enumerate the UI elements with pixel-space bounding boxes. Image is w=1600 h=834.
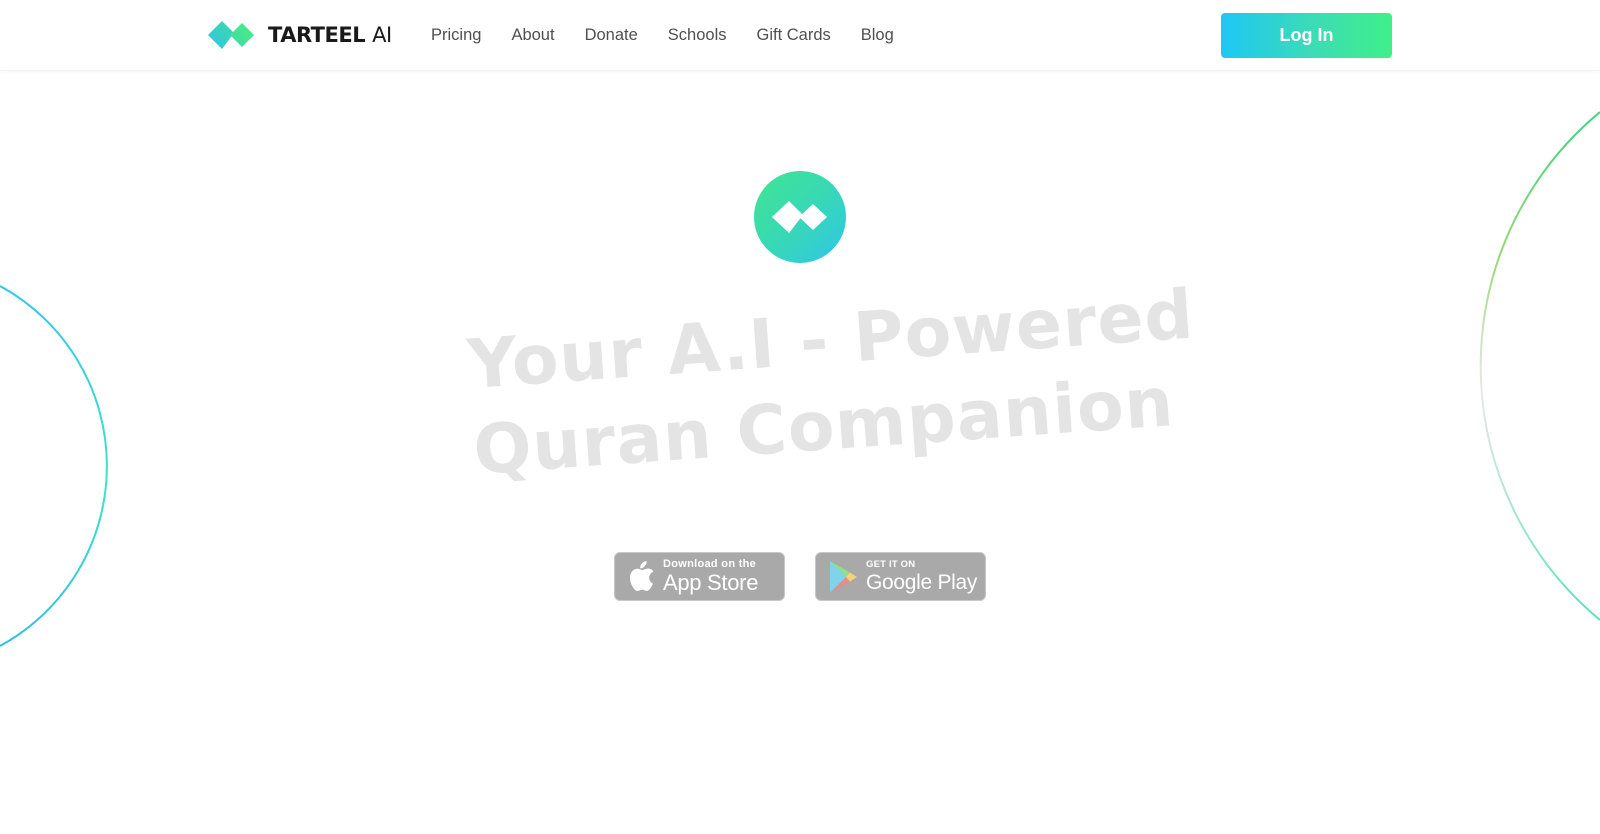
app-store-badges: Download on the App Store GET IT ON Goog… (614, 552, 986, 601)
hero-logo-badge (754, 171, 846, 263)
nav-link-about[interactable]: About (496, 26, 569, 45)
right-arc (1479, 111, 1600, 621)
nav-link-pricing[interactable]: Pricing (416, 26, 496, 45)
app-store-big-text: App Store (663, 570, 759, 595)
tarteel-mark-icon (772, 201, 827, 233)
tarteel-diamonds-icon (208, 21, 254, 49)
main-nav: Pricing About Donate Schools Gift Cards … (416, 0, 909, 71)
google-play-icon (830, 560, 857, 593)
login-button[interactable]: Log In (1221, 13, 1392, 58)
google-play-text: GET IT ON Google Play (866, 560, 977, 593)
google-play-button[interactable]: GET IT ON Google Play (815, 552, 986, 601)
brand-name: TARTEEL AI (268, 23, 392, 47)
left-arc (0, 285, 108, 647)
apple-icon (630, 560, 654, 591)
page: TARTEEL AI Pricing About Donate Schools … (0, 0, 1600, 834)
google-play-big-text: Google Play (866, 570, 978, 594)
hero-headline: Your A.I - Powered Quran Companion (465, 275, 1196, 495)
nav-link-blog[interactable]: Blog (846, 26, 909, 45)
google-play-small-text: GET IT ON (866, 559, 916, 571)
top-navbar: TARTEEL AI Pricing About Donate Schools … (0, 0, 1600, 71)
brand-name-strong: TARTEEL (268, 23, 366, 47)
app-store-button[interactable]: Download on the App Store (614, 552, 785, 601)
nav-link-donate[interactable]: Donate (570, 26, 653, 45)
brand-logo[interactable]: TARTEEL AI (206, 18, 392, 52)
nav-link-gift-cards[interactable]: Gift Cards (741, 26, 845, 45)
nav-link-schools[interactable]: Schools (653, 26, 742, 45)
brand-name-light: AI (372, 23, 392, 47)
app-store-text: Download on the App Store (663, 559, 758, 594)
app-store-small-text: Download on the (663, 558, 757, 570)
